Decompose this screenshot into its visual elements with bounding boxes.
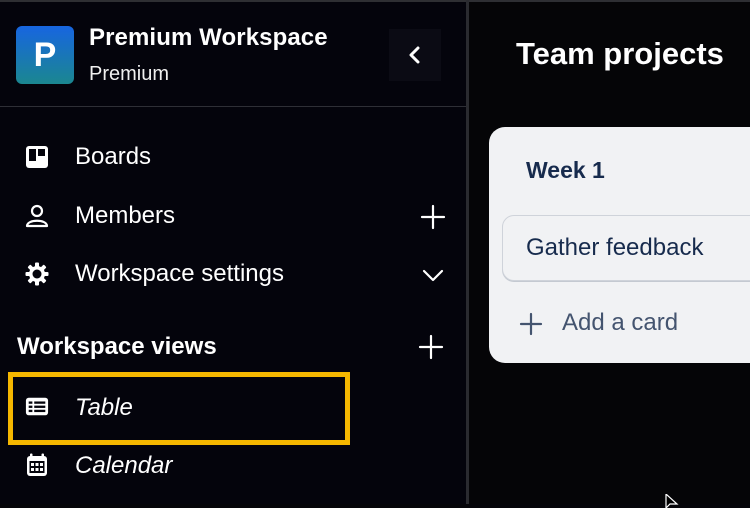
workspace-name: Premium Workspace xyxy=(89,24,328,51)
workspace-plan: Premium xyxy=(89,63,170,85)
list-title[interactable]: Week 1 xyxy=(526,157,605,184)
list-card[interactable]: Gather feedback xyxy=(502,215,750,281)
workspace-views-heading: Workspace views xyxy=(17,333,217,360)
card-title: Gather feedback xyxy=(526,234,704,261)
sidebar-view-calendar[interactable]: Calendar xyxy=(0,440,466,492)
plus-icon[interactable] xyxy=(420,204,446,230)
mouse-cursor-icon xyxy=(665,494,679,508)
calendar-icon xyxy=(27,453,47,476)
collapse-sidebar-button[interactable] xyxy=(389,29,441,81)
sidebar-item-members[interactable]: Members xyxy=(0,192,466,240)
add-card-label: Add a card xyxy=(562,309,679,336)
workspace-logo-letter: P xyxy=(33,35,57,74)
highlight-box xyxy=(8,372,350,445)
board-list: Week 1 Gather feedback Add a card xyxy=(489,127,750,363)
sidebar-item-label: Boards xyxy=(75,143,152,170)
sidebar-item-boards[interactable]: Boards xyxy=(0,133,466,181)
plus-icon xyxy=(519,312,543,336)
header-divider xyxy=(0,106,466,107)
add-view-plus-icon[interactable] xyxy=(418,334,444,360)
chevron-down-icon[interactable] xyxy=(420,262,446,288)
board-title[interactable]: Team projects xyxy=(516,36,724,72)
chevron-left-icon xyxy=(409,46,420,64)
gear-icon xyxy=(25,262,49,286)
board-icon xyxy=(26,146,48,168)
sidebar-view-label: Calendar xyxy=(75,452,173,479)
person-icon xyxy=(25,204,49,228)
sidebar-item-workspace-settings[interactable]: Workspace settings xyxy=(0,250,466,298)
workspace-header: P Premium Workspace Premium xyxy=(0,2,466,105)
sidebar-item-label: Members xyxy=(75,202,176,229)
sidebar-item-label: Workspace settings xyxy=(75,260,284,287)
workspace-logo: P xyxy=(16,26,74,84)
